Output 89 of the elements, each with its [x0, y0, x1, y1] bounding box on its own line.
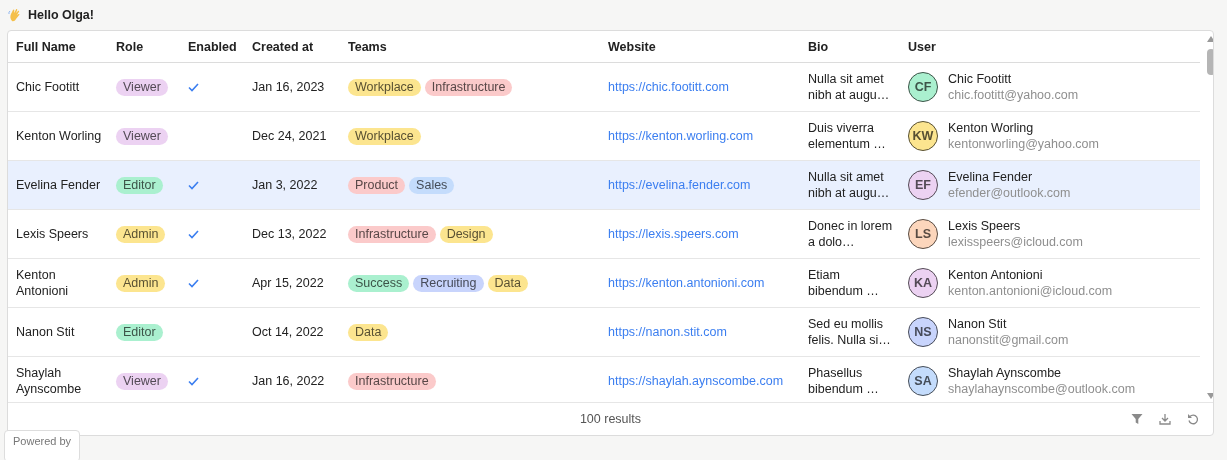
date-cell: Jan 16, 2022 [252, 374, 325, 388]
website-link[interactable]: https://kenton.antonioni.com [608, 276, 765, 290]
team-tag: Success [348, 274, 410, 292]
role-tag: Admin [116, 274, 166, 292]
column-header[interactable]: Role [108, 31, 180, 62]
name-cell: Kenton Worling [16, 128, 102, 144]
user-email: shaylahaynscombe@outlook.com [948, 381, 1136, 397]
team-tag: Design [439, 225, 493, 243]
column-header[interactable]: Website [600, 31, 800, 62]
name-cell-text: Shaylah Aynscombe [16, 365, 83, 397]
avatar-initials: NS [908, 317, 938, 347]
column-header[interactable]: User [900, 31, 1200, 62]
team-tag: Sales [409, 176, 455, 194]
avatar-initials: CF [908, 72, 938, 102]
user-email: kentonworling@yahoo.com [948, 136, 1099, 152]
filter-icon[interactable] [1131, 413, 1143, 425]
user-name: Shaylah Aynscombe [948, 365, 1062, 381]
team-tag: Data [487, 274, 528, 292]
name-cell-text: Kenton Antonioni [16, 267, 70, 299]
bio-text: Sed eu mollis felis. Nulla si… [808, 316, 892, 348]
bio-text: Nulla sit amet nibh at augu… [808, 169, 891, 201]
refresh-icon[interactable] [1187, 413, 1199, 425]
user-name: Nanon Stit [948, 316, 1007, 332]
user-name: Lexis Speers [948, 218, 1021, 234]
bio-text: Etiam bibendum … [808, 267, 880, 299]
date-cell: Dec 24, 2021 [252, 129, 327, 143]
name-cell: Chic Footitt [16, 79, 80, 95]
date-cell: Jan 16, 2023 [252, 80, 325, 94]
date-cell: Dec 13, 2022 [252, 227, 327, 241]
team-tag: Workplace [348, 78, 421, 96]
website-link[interactable]: https://shaylah.aynscombe.com [608, 374, 784, 388]
user-name: Kenton Antonioni [948, 267, 1043, 283]
role-tag: Viewer [116, 127, 168, 145]
website-link[interactable]: https://kenton.worling.com [608, 129, 754, 143]
avatar-initials: SA [908, 366, 938, 396]
user-name: Kenton Worling [948, 120, 1034, 136]
bio-text: Phasellus bibendum … [808, 365, 880, 397]
bio-text: Duis viverra elementum … [808, 120, 887, 152]
bio-text: Donec in lorem a dolo… [808, 218, 894, 250]
column-header[interactable]: Full Name [8, 31, 108, 62]
waving-hand-icon [8, 8, 22, 22]
team-tag: Workplace [348, 127, 421, 145]
table-row[interactable]: Lexis Speers Admin Dec 13, 2022 Infrastructure Design https://lexis.speers.com Donec in lorem a dolo… LS Lexis Speers lexisspeers@icloud.com [8, 210, 1200, 259]
role-tag: Viewer [116, 78, 168, 96]
powered-by-badge[interactable]: Powered by [4, 430, 81, 460]
user-name: Evelina Fender [948, 169, 1033, 185]
user-email: chic.footitt@yahoo.com [948, 87, 1079, 103]
user-email: kenton.antonioni@icloud.com [948, 283, 1113, 299]
website-link[interactable]: https://lexis.speers.com [608, 227, 739, 241]
greeting-text: Hello Olga! [28, 8, 94, 22]
team-tag: Product [348, 176, 406, 194]
table-row[interactable]: Chic Footitt Viewer Jan 16, 2023 Workplace Infrastructure https://chic.footitt.com Nulla sit amet nibh at augu… CF Chic Footitt chic.footitt@yahoo.com [8, 63, 1200, 112]
user-name: Chic Footitt [948, 71, 1012, 87]
column-header[interactable]: Enabled [180, 31, 244, 62]
table-row[interactable]: Evelina Fender Editor Jan 3, 2022 Product Sales https://evelina.fender.com Nulla sit amet nibh at augu… EF Evelina Fender efender@outlook.com [8, 161, 1200, 210]
team-tag: Data [348, 323, 389, 341]
team-tag: Infrastructure [424, 78, 513, 96]
date-cell: Apr 15, 2022 [252, 276, 324, 290]
column-header[interactable]: Teams [340, 31, 600, 62]
table-row[interactable]: Shaylah Aynscombe Viewer Jan 16, 2022 Infrastructure https://shaylah.aynscombe.com Phasellus bibendum … SA Shaylah Aynscombe shaylahaynscombe@outlook.com [8, 357, 1200, 402]
date-cell: Jan 3, 2022 [252, 178, 318, 192]
avatar-initials: EF [908, 170, 938, 200]
result-count: 100 results [579, 412, 642, 426]
avatar-initials: KA [908, 268, 938, 298]
date-cell: Oct 14, 2022 [252, 325, 324, 339]
team-tag: Infrastructure [348, 225, 436, 243]
website-link[interactable]: https://nanon.stit.com [608, 325, 727, 339]
column-header[interactable]: Created at [244, 31, 340, 62]
user-email: nanonstit@gmail.com [948, 332, 1069, 348]
role-tag: Admin [116, 225, 166, 243]
team-tag: Infrastructure [348, 372, 436, 390]
name-cell: Nanon Stit [16, 324, 75, 340]
user-email: efender@outlook.com [948, 185, 1071, 201]
website-link[interactable]: https://chic.footitt.com [608, 80, 729, 94]
role-tag: Editor [116, 323, 163, 341]
bio-text: Nulla sit amet nibh at augu… [808, 71, 891, 103]
avatar-initials: KW [908, 121, 938, 151]
role-tag: Viewer [116, 372, 168, 390]
user-email: lexisspeers@icloud.com [948, 234, 1083, 250]
column-header[interactable]: Bio [800, 31, 900, 62]
table-row[interactable]: Kenton Antonioni Admin Apr 15, 2022 Success Recruiting Data https://kenton.antonioni.com Etiam bibendum … KA Kenton Antonioni kenton.antonioni@icloud.com [8, 259, 1200, 308]
team-tag: Recruiting [413, 274, 484, 292]
name-cell: Evelina Fender [16, 177, 101, 193]
role-tag: Editor [116, 176, 163, 194]
table-row[interactable]: Nanon Stit Editor Oct 14, 2022 Data https://nanon.stit.com Sed eu mollis felis. Nulla si… NS Nanon Stit nanonstit@gmail.com [8, 308, 1200, 357]
name-cell: Lexis Speers [16, 226, 89, 242]
powered-by-text: Powered by [13, 435, 72, 447]
avatar-initials: LS [908, 219, 938, 249]
download-icon[interactable] [1159, 413, 1171, 425]
